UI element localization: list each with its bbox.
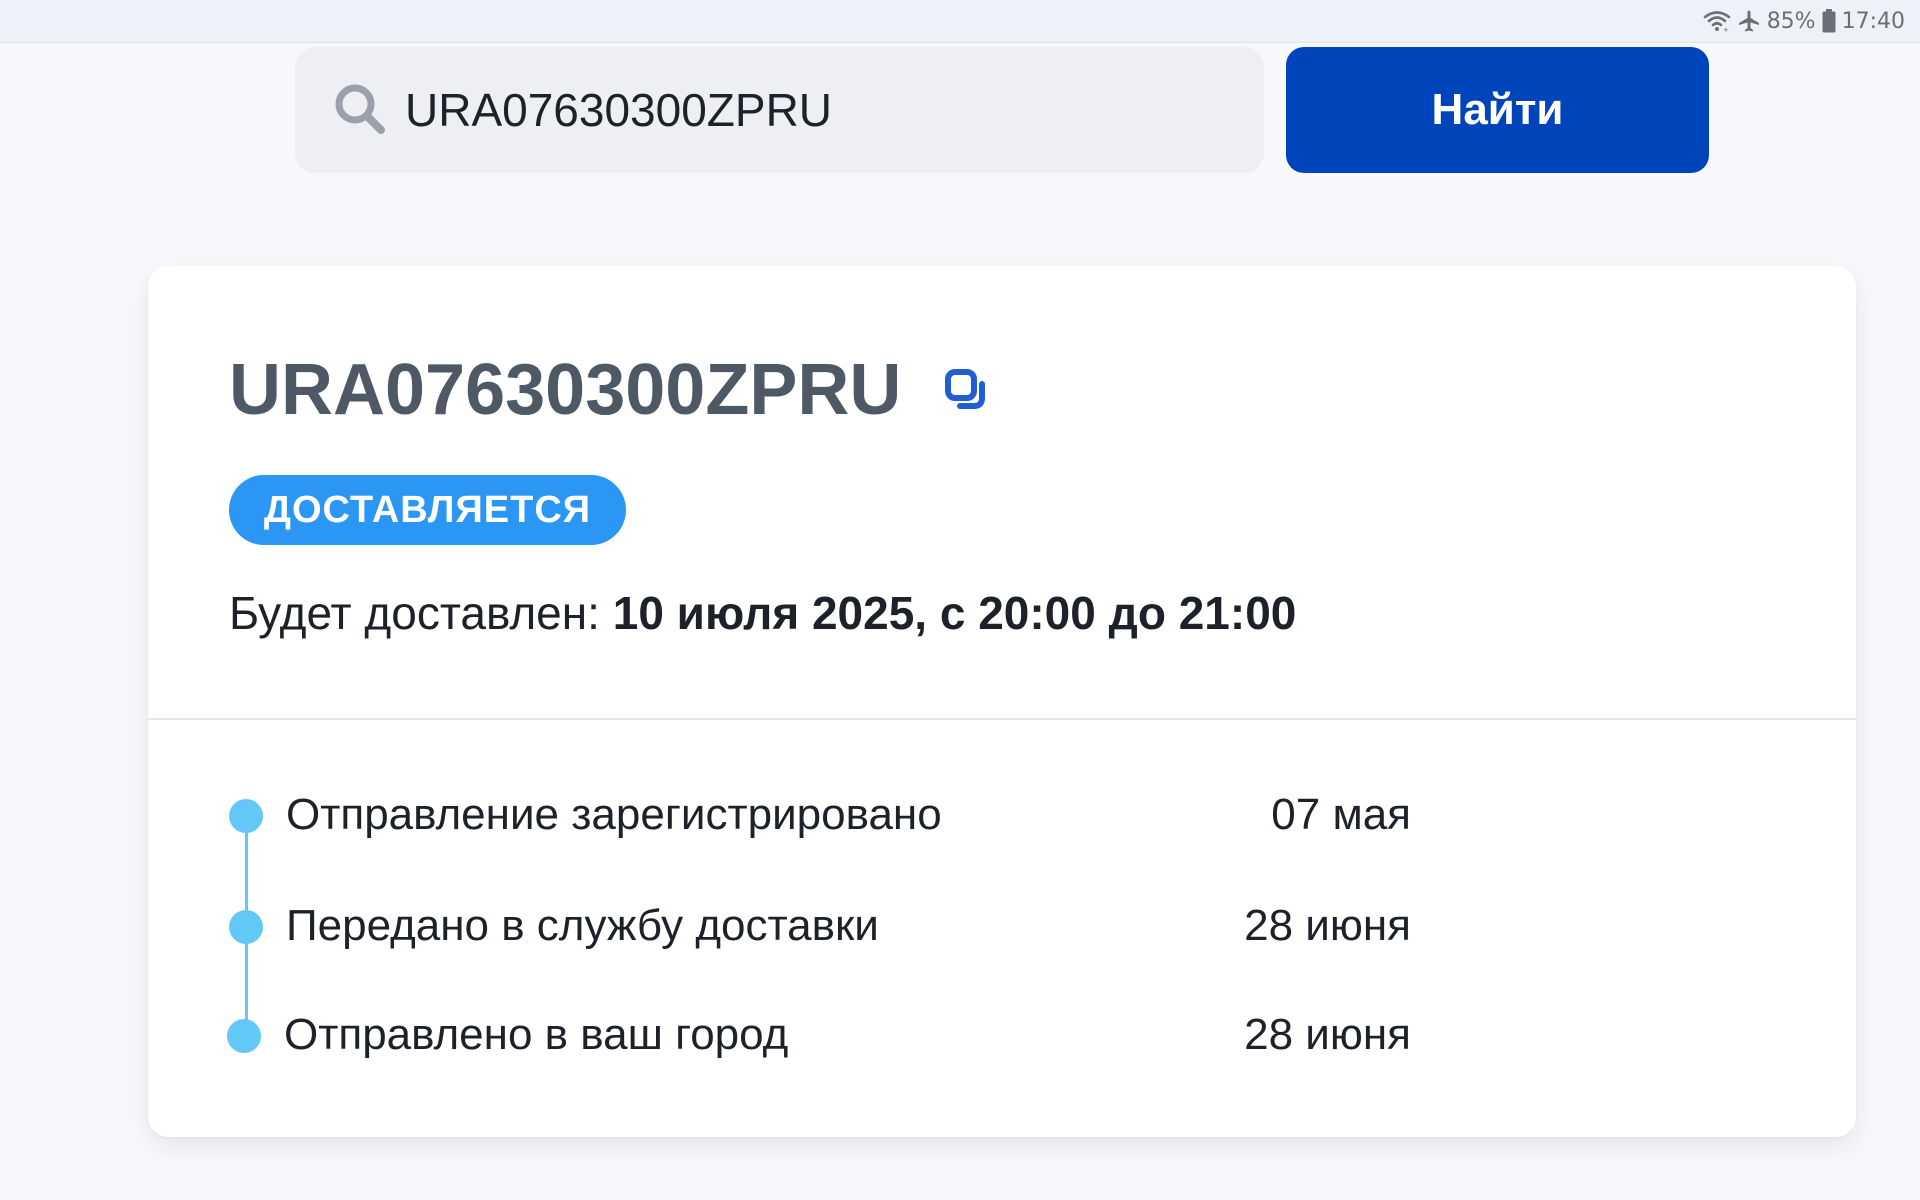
- timeline-event: Отправление зарегистрировано 07 мая: [148, 786, 1856, 846]
- timeline-dot: [229, 910, 263, 944]
- card-divider: [148, 718, 1856, 720]
- delivery-estimate: Будет доставлен: 10 июля 2025, с 20:00 д…: [229, 586, 1296, 640]
- clock: 17:40: [1841, 8, 1905, 34]
- search-icon: [333, 82, 389, 138]
- event-label: Отправление зарегистрировано: [286, 790, 942, 839]
- event-label: Передано в службу доставки: [286, 901, 879, 950]
- delivery-label: Будет доставлен:: [229, 587, 613, 639]
- battery-icon: [1822, 9, 1836, 33]
- delivery-date-value: 10 июля 2025, с 20:00 до 21:00: [612, 587, 1297, 639]
- event-date: 28 июня: [1244, 1010, 1411, 1059]
- timeline-dot: [229, 799, 263, 833]
- svg-text:+: +: [1723, 26, 1729, 32]
- status-indicators: + 85% 17:40: [1703, 8, 1905, 34]
- copy-icon[interactable]: [944, 368, 992, 418]
- tracking-search-input[interactable]: [405, 73, 1225, 147]
- status-badge: ДОСТАВЛЯЕТСЯ: [229, 475, 626, 545]
- timeline-event: Отправлено в ваш город 28 июня: [148, 1006, 1856, 1066]
- battery-percent: 85%: [1766, 8, 1816, 34]
- system-status-bar: + 85% 17:40: [0, 0, 1920, 43]
- search-box[interactable]: [295, 47, 1264, 173]
- tracking-number-title: URA07630300ZPRU: [229, 350, 902, 430]
- event-date: 07 мая: [1271, 790, 1411, 839]
- airplane-mode-icon: [1737, 9, 1761, 33]
- shipment-card: URA07630300ZPRU ДОСТАВЛЯЕТСЯ Будет доста…: [148, 266, 1856, 1137]
- wifi-icon: +: [1703, 10, 1731, 32]
- event-label: Отправлено в ваш город: [284, 1010, 789, 1059]
- find-button[interactable]: Найти: [1286, 47, 1709, 173]
- timeline-dot: [227, 1019, 261, 1053]
- timeline-event: Передано в службу доставки 28 июня: [148, 897, 1856, 957]
- event-date: 28 июня: [1244, 901, 1411, 950]
